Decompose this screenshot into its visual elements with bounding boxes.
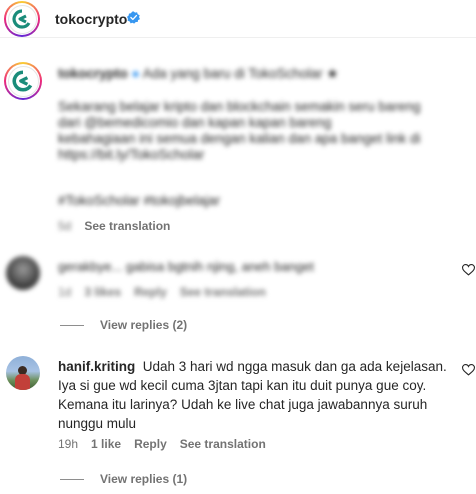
header-username[interactable]: tokocrypto <box>55 11 127 27</box>
comment-time[interactable]: 19h <box>58 437 78 451</box>
view-replies-label[interactable]: View replies (2) <box>100 318 187 332</box>
comment-text-hanif: hanif.kriting Udah 3 hari wd ngga masuk … <box>58 357 462 433</box>
header-avatar[interactable] <box>4 1 40 37</box>
comment-likes[interactable]: 3 likes <box>84 285 121 299</box>
commenter-avatar-hanif[interactable] <box>6 356 40 390</box>
post-time[interactable]: 5d <box>58 219 71 233</box>
view-replies-button[interactable]: View replies (2) <box>60 318 187 332</box>
caption-mention[interactable]: dari @bemedicomio <box>58 115 178 130</box>
post-caption-body: Sekarang belajar kripto dan blockchain s… <box>58 99 462 163</box>
avatar-figure-body <box>15 374 30 390</box>
see-translation-button[interactable]: See translation <box>180 437 266 451</box>
comment-body: gerakbye... gabisa bgtnih njing, aneh ba… <box>58 259 314 274</box>
replies-divider <box>60 324 84 326</box>
caption-text: Ada yang baru di TokoScholar <box>142 66 323 81</box>
reply-button[interactable]: Reply <box>134 285 167 299</box>
party-emoji-icon: ★ <box>326 66 339 81</box>
comment-meta: 1d 3 likes Reply See translation <box>58 285 266 299</box>
caption-hashtags: #TokoScholar #tokojbelajar <box>58 193 462 209</box>
post-caption-line: tokocrypto ● Ada yang baru di TokoSchola… <box>58 66 462 82</box>
see-translation-button[interactable]: See translation <box>180 285 266 299</box>
commenter-avatar[interactable] <box>6 256 40 290</box>
comment-text: gerakbye... gabisa bgtnih njing, aneh ba… <box>58 259 462 275</box>
caption-paragraph: kebahagiaan ini semua dengan kalian dan … <box>58 131 421 146</box>
replies-divider <box>60 478 84 480</box>
comment-likes[interactable]: 1 like <box>91 437 121 451</box>
reply-button[interactable]: Reply <box>134 437 167 451</box>
comment-time[interactable]: 1d <box>58 285 71 299</box>
post-see-translation[interactable]: See translation <box>84 219 170 233</box>
caption-verified-icon: ● <box>131 66 140 81</box>
tokocrypto-logo-icon <box>12 70 33 92</box>
view-replies-button[interactable]: View replies (1) <box>60 472 187 486</box>
post-author-avatar[interactable] <box>4 62 42 100</box>
tokocrypto-logo-icon <box>12 9 31 29</box>
verified-badge-icon <box>127 11 140 24</box>
caption-paragraph: Sekarang belajar kripto dan blockchain s… <box>58 99 421 114</box>
post-meta: 5d See translation <box>58 219 170 233</box>
hashtag-link[interactable]: #TokoScholar #tokojbelajar <box>58 193 220 208</box>
like-heart-icon[interactable] <box>462 264 475 276</box>
post-header: tokocrypto <box>0 0 476 38</box>
like-heart-icon[interactable] <box>462 364 475 376</box>
caption-username[interactable]: tokocrypto <box>58 66 128 81</box>
caption-mention[interactable]: dan kapan kapan bareng <box>182 115 331 130</box>
comment-username[interactable]: hanif.kriting <box>58 359 135 374</box>
comment-meta-hanif: 19h 1 like Reply See translation <box>58 437 266 451</box>
view-replies-label[interactable]: View replies (1) <box>100 472 187 486</box>
caption-link[interactable]: https://bit.ly/TokoScholar <box>58 147 462 163</box>
